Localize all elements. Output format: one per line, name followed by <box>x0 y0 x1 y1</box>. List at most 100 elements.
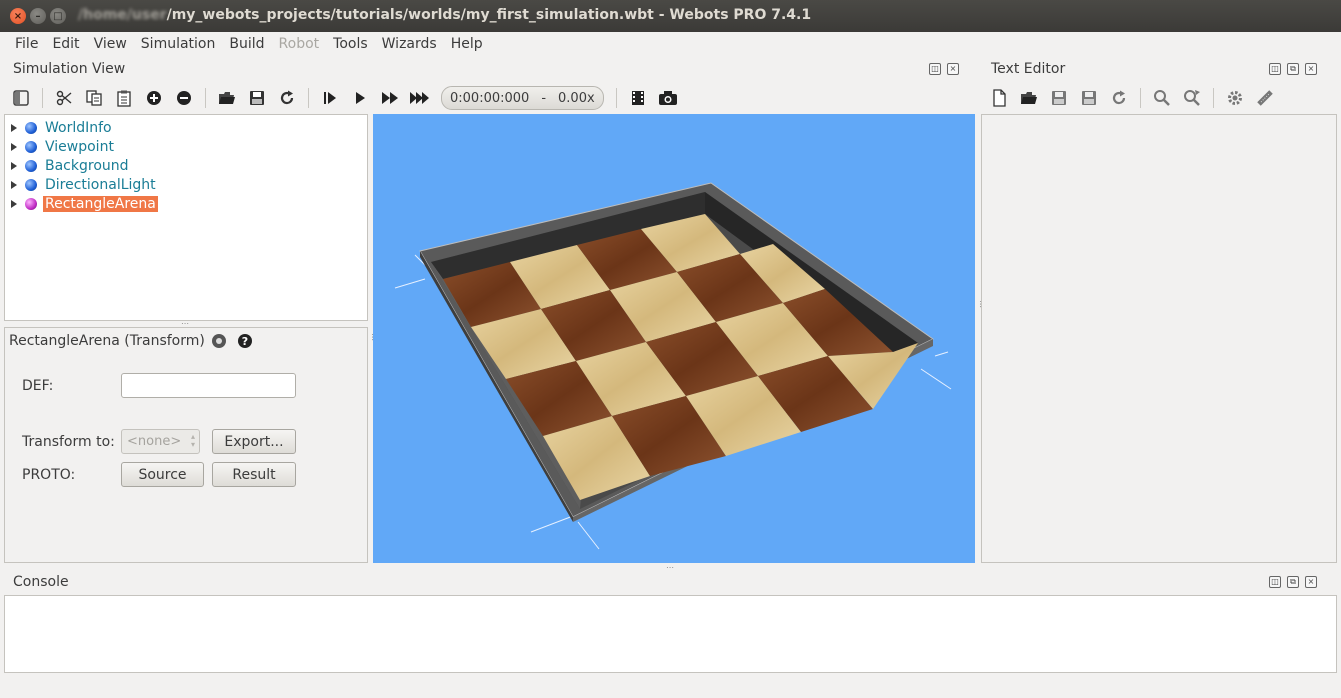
tree-item-rectanglearena[interactable]: RectangleArena <box>5 194 367 213</box>
source-button[interactable]: Source <box>121 462 204 487</box>
find-icon[interactable] <box>1151 87 1173 109</box>
close-panel-icon[interactable]: × <box>947 63 959 75</box>
simulation-view-title: Simulation View <box>13 61 126 77</box>
tree-item-label: Viewpoint <box>45 138 114 155</box>
node-ball-icon <box>25 121 37 134</box>
svg-text:?: ? <box>242 335 248 348</box>
window-title-blurred-path: /home/user <box>78 7 167 23</box>
expand-arrow-icon[interactable] <box>11 199 17 208</box>
menu-robot: Robot <box>278 36 320 52</box>
open-world-icon[interactable] <box>216 87 238 109</box>
window-title: /home/user/my_webots_projects/tutorials/… <box>78 7 811 23</box>
find-next-icon[interactable] <box>1181 87 1203 109</box>
field-editor: RectangleArena (Transform) ? DEF: Transf… <box>4 327 368 563</box>
fastest-icon[interactable] <box>409 87 431 109</box>
movie-icon[interactable] <box>627 87 649 109</box>
float-icon[interactable]: ◫ <box>929 63 941 75</box>
menu-bar: File Edit View Simulation Build Robot To… <box>0 32 1341 56</box>
tree-item-label: Background <box>45 157 129 174</box>
close-panel-icon[interactable]: × <box>1305 63 1317 75</box>
rectangle-arena-render[interactable] <box>373 114 975 563</box>
toolbar-separator <box>308 88 309 108</box>
tree-item-viewpoint[interactable]: Viewpoint <box>5 137 367 156</box>
export-button[interactable]: Export... <box>212 429 296 454</box>
axis-line <box>394 278 426 289</box>
def-label: DEF: <box>22 378 54 394</box>
maximize-panel-icon[interactable]: ⧉ <box>1287 576 1299 588</box>
simulation-time-display: 0:00:00:000 - 0.00x <box>441 86 604 110</box>
step-icon[interactable] <box>319 87 341 109</box>
float-icon[interactable]: ◫ <box>1269 63 1281 75</box>
simulation-view-dock-buttons: ◫ × <box>929 63 959 75</box>
expand-arrow-icon[interactable] <box>11 161 17 170</box>
fast-icon[interactable] <box>379 87 401 109</box>
maximize-window-button[interactable]: □ <box>50 8 66 24</box>
toolbar-separator <box>1140 88 1141 108</box>
save-file-icon[interactable] <box>1048 87 1070 109</box>
spin-arrows-icon: ▴ ▾ <box>190 432 195 449</box>
console-output[interactable] <box>4 595 1337 673</box>
float-icon[interactable]: ◫ <box>1269 576 1281 588</box>
transform-to-select: <none> ▴ ▾ <box>121 429 200 454</box>
simulation-toolbar: 0:00:00:000 - 0.00x <box>6 86 683 110</box>
console-dock-buttons: ◫ ⧉ × <box>1269 576 1317 588</box>
tree-item-directionallight[interactable]: DirectionalLight <box>5 175 367 194</box>
minimize-window-button[interactable]: – <box>30 8 46 24</box>
toolbar-separator <box>42 88 43 108</box>
save-as-icon[interactable] <box>1078 87 1100 109</box>
reload-world-icon[interactable] <box>276 87 298 109</box>
expand-arrow-icon[interactable] <box>11 123 17 132</box>
node-settings-icon[interactable] <box>211 333 227 349</box>
cut-icon[interactable] <box>53 87 75 109</box>
time-separator: - <box>541 90 547 106</box>
close-window-button[interactable]: × <box>10 8 26 24</box>
run-icon[interactable] <box>349 87 371 109</box>
menu-wizards[interactable]: Wizards <box>375 36 444 52</box>
save-world-icon[interactable] <box>246 87 268 109</box>
field-editor-title: RectangleArena (Transform) <box>9 333 205 349</box>
text-editor-title: Text Editor <box>991 61 1066 77</box>
paste-icon[interactable] <box>113 87 135 109</box>
splitter-handle[interactable]: ⋯ <box>666 563 674 572</box>
menu-help[interactable]: Help <box>444 36 490 52</box>
screenshot-icon[interactable] <box>657 87 679 109</box>
menu-tools[interactable]: Tools <box>326 36 375 52</box>
tree-item-label: WorldInfo <box>45 119 112 136</box>
maximize-panel-icon[interactable]: ⧉ <box>1287 63 1299 75</box>
add-node-icon[interactable] <box>143 87 165 109</box>
tree-item-worldinfo[interactable]: WorldInfo <box>5 118 367 137</box>
remove-node-icon[interactable] <box>173 87 195 109</box>
menu-edit[interactable]: Edit <box>45 36 86 52</box>
tree-item-label: RectangleArena <box>43 195 158 212</box>
node-ball-icon <box>25 159 37 172</box>
close-panel-icon[interactable]: × <box>1305 576 1317 588</box>
def-input[interactable] <box>121 373 296 398</box>
text-editor-area[interactable] <box>981 114 1337 563</box>
proto-label: PROTO: <box>22 467 76 483</box>
transform-to-label: Transform to: <box>22 434 115 450</box>
menu-build[interactable]: Build <box>222 36 271 52</box>
expand-arrow-icon[interactable] <box>11 180 17 189</box>
help-icon[interactable]: ? <box>237 333 253 349</box>
toolbar-separator <box>205 88 206 108</box>
toggle-scene-tree-icon[interactable] <box>10 87 32 109</box>
open-file-icon[interactable] <box>1018 87 1040 109</box>
axis-line <box>934 351 949 357</box>
menu-file[interactable]: File <box>8 36 45 52</box>
copy-icon[interactable] <box>83 87 105 109</box>
tree-item-background[interactable]: Background <box>5 156 367 175</box>
menu-simulation[interactable]: Simulation <box>134 36 223 52</box>
tree-item-label: DirectionalLight <box>45 176 156 193</box>
clean-icon[interactable] <box>1254 87 1276 109</box>
result-button[interactable]: Result <box>212 462 296 487</box>
new-file-icon[interactable] <box>988 87 1010 109</box>
simulation-time: 0:00:00:000 <box>450 90 530 106</box>
menu-view[interactable]: View <box>87 36 134 52</box>
axis-line <box>920 368 952 390</box>
3d-view[interactable] <box>373 114 975 563</box>
expand-arrow-icon[interactable] <box>11 142 17 151</box>
node-name: RectangleArena (Transform) <box>9 333 205 349</box>
revert-file-icon[interactable] <box>1108 87 1130 109</box>
build-settings-icon[interactable] <box>1224 87 1246 109</box>
text-editor-dock-buttons: ◫ ⧉ × <box>1269 63 1317 75</box>
